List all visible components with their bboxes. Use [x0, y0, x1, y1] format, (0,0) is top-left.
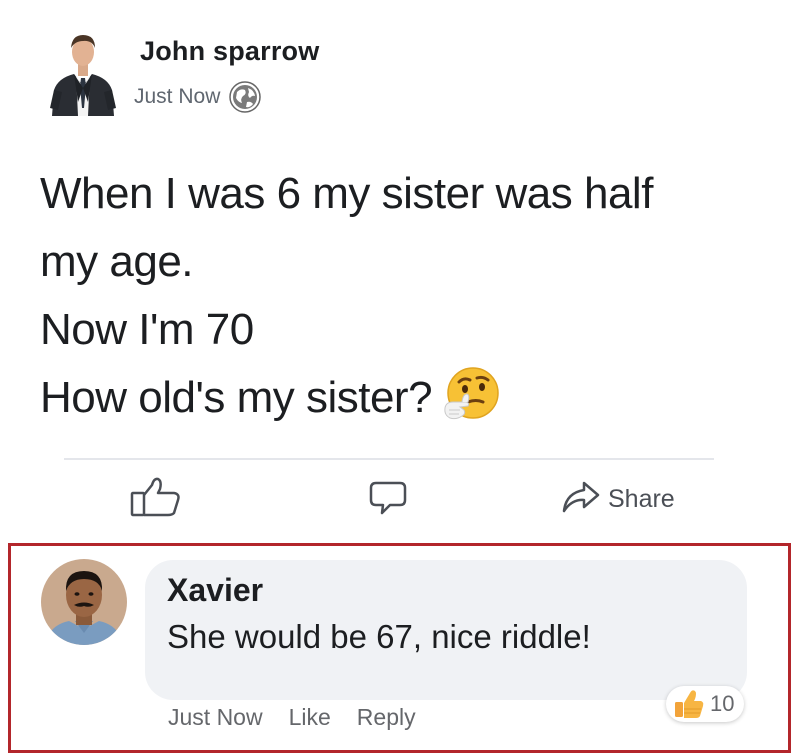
reaction-count: 10: [710, 691, 735, 716]
thumbs-up-outline-icon: [128, 475, 188, 524]
post-line-4: How old's my sister?: [40, 364, 780, 432]
post-line-1: When I was 6 my sister was half: [40, 169, 653, 218]
comment-bubble: Xavier She would be 67, nice riddle!: [145, 560, 747, 700]
post-meta: Just Now: [134, 80, 262, 114]
comment-button[interactable]: [368, 472, 408, 526]
commenter-name[interactable]: Xavier: [167, 572, 263, 609]
globe-icon: [228, 80, 262, 114]
like-button[interactable]: [128, 472, 188, 526]
post-line-3: Now I'm 70: [40, 305, 254, 354]
comment-actions: Just Now Like Reply: [168, 704, 416, 731]
thinking-face-icon: [440, 364, 502, 426]
comment-timestamp[interactable]: Just Now: [168, 704, 263, 731]
post-line-2: my age.: [40, 237, 194, 286]
post-header: John sparrow Just Now: [48, 28, 448, 120]
highlighted-comment: Xavier She would be 67, nice riddle! 10 …: [8, 543, 791, 753]
thumbs-up-reaction-icon: [672, 687, 706, 721]
commenter-avatar[interactable]: [41, 559, 127, 645]
author-avatar[interactable]: [48, 28, 118, 116]
comment-reply-link[interactable]: Reply: [357, 704, 416, 731]
share-arrow-icon: [560, 479, 600, 520]
action-divider: [64, 458, 714, 460]
author-name[interactable]: John sparrow: [140, 36, 319, 67]
reaction-badge[interactable]: 10: [666, 686, 745, 722]
share-label: Share: [608, 484, 675, 513]
post-action-bar: Share: [64, 462, 714, 536]
speech-bubble-icon: [368, 477, 408, 522]
post-line-4-text: How old's my sister?: [40, 373, 433, 422]
comment-like-link[interactable]: Like: [289, 704, 331, 731]
comment-text: She would be 67, nice riddle!: [167, 618, 591, 655]
post-timestamp[interactable]: Just Now: [134, 85, 220, 109]
share-button[interactable]: Share: [560, 472, 675, 526]
post-body: When I was 6 my sister was half my age. …: [40, 160, 780, 432]
